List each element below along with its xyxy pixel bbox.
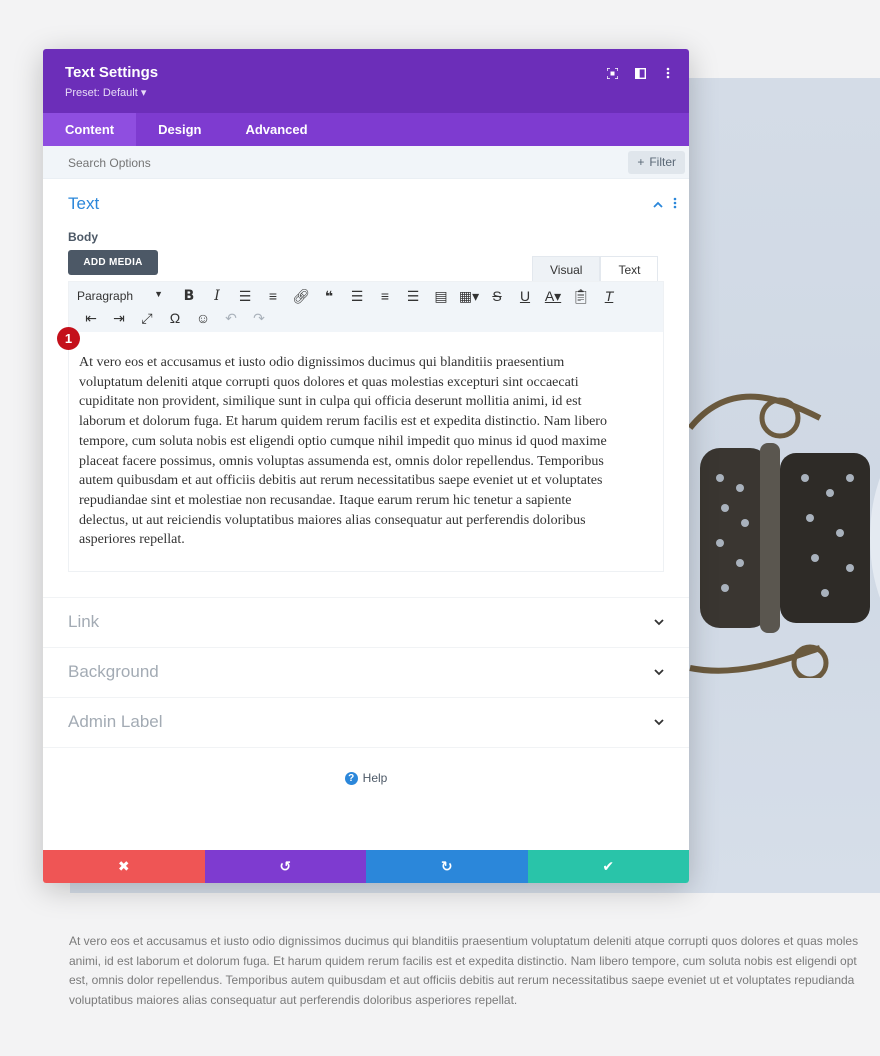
bullet-list-icon[interactable]: ☰ [231, 286, 259, 306]
bg-line: At vero eos et accusamus et iusto odio d… [69, 934, 859, 948]
editor-line: tempore, cum soluta nobis est eligendi o… [79, 433, 607, 449]
bg-line: est, omnis dolor repellendus. Temporibus… [69, 973, 855, 987]
text-section-header[interactable]: Text [43, 179, 689, 229]
filter-label: Filter [649, 155, 676, 169]
chevron-up-icon[interactable] [653, 197, 663, 212]
chevron-down-icon [654, 614, 664, 629]
more-vertical-icon[interactable] [661, 66, 675, 80]
table-icon[interactable]: ▦▾ [455, 286, 483, 306]
section-title-text: Text [68, 194, 100, 213]
undo-button[interactable]: ↺ [204, 850, 366, 883]
tab-visual[interactable]: Visual [532, 256, 601, 281]
indent-icon[interactable]: ⇥ [105, 308, 133, 328]
emoji-icon[interactable]: ☺ [189, 308, 217, 328]
modal-footer: ✖ ↺ ↻ ✔ [43, 850, 689, 883]
tab-text[interactable]: Text [600, 256, 659, 281]
discard-button[interactable]: ✖ [43, 850, 205, 883]
help-icon: ? [344, 771, 358, 785]
editor-line: cupiditate non provident, similique sunt… [79, 394, 582, 410]
redo-button[interactable]: ↻ [366, 850, 528, 883]
section-admin-label-label: Admin Label [68, 712, 163, 731]
plus-icon: + [637, 155, 645, 169]
align-center-icon[interactable]: ≡ [371, 286, 399, 306]
paste-text-icon[interactable]: 📋︎ [567, 286, 595, 306]
editor-line: placeat facere possimus, omnis voluptas … [79, 453, 604, 469]
divider [43, 747, 689, 748]
tab-content[interactable]: Content [43, 113, 137, 146]
chevron-down-icon [654, 714, 664, 729]
format-select-value: Paragraph [77, 289, 134, 303]
undo-icon[interactable]: ↶ [217, 308, 245, 328]
tab-advanced[interactable]: Advanced [223, 113, 329, 146]
preset-dropdown[interactable]: Preset: Default ▾ [65, 86, 146, 99]
editor-toolbar: Paragraph ▼ B I ☰ ≡ 🔗︎ ❝ ☰ ≡ ☰ ▤ ▦▾ S U … [69, 282, 663, 332]
section-more-icon[interactable] [673, 197, 677, 212]
numbered-list-icon[interactable]: ≡ [259, 286, 287, 306]
bg-line: voluptatibus maiores alias consequatur a… [69, 992, 518, 1007]
caret-down-icon: ▼ [154, 289, 163, 299]
editor-line: At vero eos et accusamus et iusto odio d… [79, 355, 565, 370]
outdent-icon[interactable]: ⇤ [77, 308, 105, 328]
rich-text-editor: Paragraph ▼ B I ☰ ≡ 🔗︎ ❝ ☰ ≡ ☰ ▤ ▦▾ S U … [68, 281, 664, 572]
add-media-button[interactable]: ADD MEDIA [68, 250, 158, 275]
paragraph-format-select[interactable]: Paragraph ▼ [77, 289, 169, 303]
modal-header: Text Settings Preset: Default ▾ [43, 49, 689, 113]
bg-line: animi, id est laborum et dolorum fuga. E… [69, 953, 857, 968]
section-admin-label[interactable]: Admin Label [43, 697, 689, 747]
editor-line: autem quibusdam et aut officiis debitis … [79, 473, 603, 489]
special-character-icon[interactable]: Ω [161, 308, 189, 328]
split-view-icon[interactable] [633, 66, 647, 80]
editor-mode-tabs: Visual Text [532, 256, 659, 281]
section-background-label: Background [68, 662, 159, 681]
editor-line: delectus, ut aut reiciendis voluptatibus… [79, 512, 586, 528]
redo-icon[interactable]: ↷ [245, 308, 273, 328]
save-button[interactable]: ✔ [527, 850, 689, 883]
link-icon[interactable]: 🔗︎ [287, 286, 315, 306]
editor-line: repudiandae sint et molestiae non recusa… [79, 492, 572, 508]
tab-design[interactable]: Design [136, 113, 223, 146]
text-settings-modal: Text Settings Preset: Default ▾ Content … [43, 49, 689, 883]
editor-line: voluptatum deleniti atque corrupti quos … [79, 374, 579, 390]
search-input[interactable] [43, 146, 603, 179]
section-background[interactable]: Background [43, 647, 689, 697]
align-justify-icon[interactable]: ▤ [427, 286, 455, 306]
align-right-icon[interactable]: ☰ [399, 286, 427, 306]
fullscreen-icon[interactable]: ⤢ [133, 308, 161, 328]
text-color-icon[interactable]: A▾ [539, 286, 567, 306]
strikethrough-icon[interactable]: S [483, 286, 511, 306]
search-bar: + Filter [43, 146, 689, 179]
editor-body-text[interactable]: At vero eos et accusamus et iusto odio d… [69, 332, 663, 550]
section-link-label: Link [68, 612, 100, 631]
editor-line: asperiores repellat. [79, 532, 185, 548]
editor-line: laborum et dolorum fuga. Et harum quidem… [79, 414, 607, 430]
bold-icon[interactable]: B [175, 286, 203, 306]
background-paragraph: At vero eos et accusamus et iusto odio d… [69, 932, 880, 1010]
modal-title: Text Settings [65, 64, 159, 81]
section-link[interactable]: Link [43, 597, 689, 647]
underline-icon[interactable]: U [511, 286, 539, 306]
align-left-icon[interactable]: ☰ [343, 286, 371, 306]
step-number-badge: 1 [57, 327, 80, 350]
body-label: Body [68, 230, 98, 244]
filter-button[interactable]: + Filter [628, 151, 685, 174]
expand-icon[interactable] [605, 66, 619, 80]
blockquote-icon[interactable]: ❝ [315, 286, 343, 306]
lantern-illustration [687, 393, 880, 678]
help-link[interactable]: ? Help [43, 771, 689, 785]
help-label: Help [362, 771, 388, 785]
italic-icon[interactable]: I [203, 286, 231, 306]
modal-tabs: Content Design Advanced [43, 113, 689, 146]
chevron-down-icon [654, 664, 664, 679]
clear-formatting-icon[interactable]: T [595, 286, 623, 306]
